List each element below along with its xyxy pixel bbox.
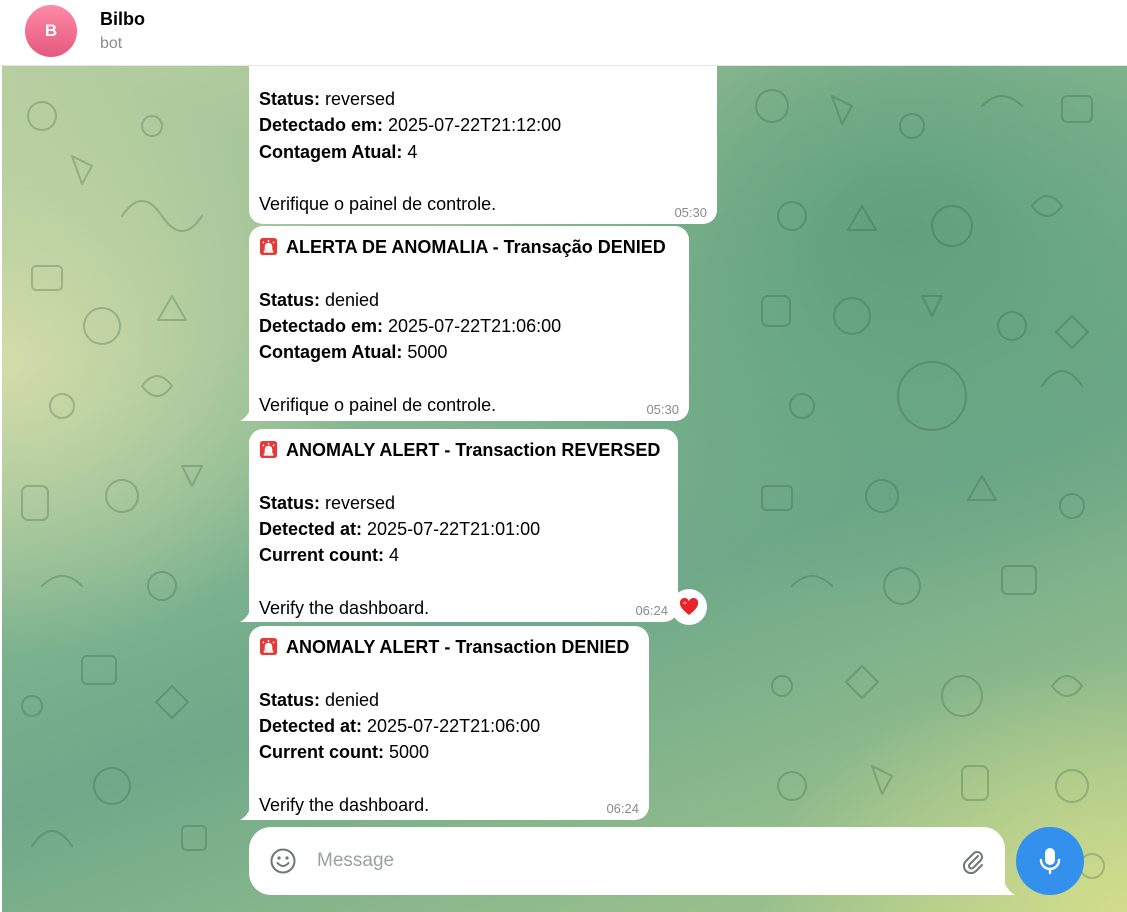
bubble-tail <box>240 405 252 421</box>
status-label: Status: <box>259 492 321 513</box>
message-bubble[interactable]: ANOMALY ALERT - Transaction DENIED Statu… <box>240 626 649 820</box>
composer-tail <box>1003 879 1015 895</box>
status-value: reversed <box>320 492 396 513</box>
chat-header[interactable]: B Bilbo bot <box>0 0 1127 66</box>
siren-icon <box>259 440 278 459</box>
status-value: denied <box>320 689 380 710</box>
count-line: Current count: 4 <box>259 542 668 568</box>
count-line: Contagem Atual: 5000 <box>259 339 679 365</box>
message-bubble[interactable]: Status: reversed Detectado em: 2025-07-2… <box>249 62 717 224</box>
detected-label: Detectado em: <box>259 315 384 336</box>
status-line: Status: reversed <box>259 490 668 516</box>
footer-line: Verify the dashboard. <box>259 597 430 618</box>
message-input[interactable] <box>317 841 937 881</box>
footer-line: Verifique o painel de controle. <box>259 394 497 415</box>
message-composer <box>249 827 1015 895</box>
status-line: Status: denied <box>259 287 679 313</box>
siren-icon <box>259 237 278 256</box>
reaction-badge[interactable] <box>671 589 707 625</box>
title-line: ANOMALY ALERT - Transaction REVERSED <box>259 437 668 463</box>
heart-icon <box>679 598 699 615</box>
message-bubble[interactable]: ALERTA DE ANOMALIA - Transação DENIED St… <box>240 226 689 421</box>
status-label: Status: <box>259 89 321 109</box>
status-value: denied <box>320 289 380 310</box>
detected-label: Detectado em: <box>259 115 384 136</box>
detected-line: Detectado em: 2025-07-22T21:06:00 <box>259 313 679 339</box>
avatar[interactable]: B <box>25 5 77 57</box>
detected-line: Detectado em: 2025-07-22T21:12:00 <box>259 112 707 138</box>
bubble-tail <box>240 804 252 820</box>
alert-title: ALERTA DE ANOMALIA - Transação DENIED <box>286 237 666 257</box>
count-label: Current count: <box>259 545 384 566</box>
count-value: 5000 <box>384 742 430 763</box>
title-line: ANOMALY ALERT - Transaction DENIED <box>259 634 639 660</box>
avatar-initial: B <box>44 21 58 40</box>
detected-line: Detected at: 2025-07-22T21:06:00 <box>259 713 639 739</box>
paperclip-icon[interactable] <box>959 847 987 875</box>
telegram-chat-window: B Bilbo bot Status: reversed Detectado e… <box>0 0 1127 912</box>
title-line: ALERTA DE ANOMALIA - Transação DENIED <box>259 234 679 260</box>
status-line: Status: denied <box>259 687 639 713</box>
count-value: 4 <box>384 545 400 566</box>
smile-icon[interactable] <box>269 847 297 875</box>
status-line: Status: reversed <box>259 86 707 112</box>
bubble-tail <box>240 606 252 622</box>
detected-value: 2025-07-22T21:12:00 <box>383 115 562 136</box>
count-value: 5000 <box>402 342 448 363</box>
alert-title: ANOMALY ALERT - Transaction REVERSED <box>286 440 661 460</box>
count-line: Contagem Atual: 4 <box>259 139 707 165</box>
detected-value: 2025-07-22T21:01:00 <box>362 518 541 539</box>
status-label: Status: <box>259 689 321 710</box>
footer-line: Verify the dashboard. <box>259 794 430 815</box>
detected-value: 2025-07-22T21:06:00 <box>383 315 562 336</box>
message-bubble[interactable]: ANOMALY ALERT - Transaction REVERSED Sta… <box>240 429 678 622</box>
count-label: Contagem Atual: <box>259 342 403 363</box>
count-label: Contagem Atual: <box>259 141 403 162</box>
chat-title[interactable]: Bilbo <box>100 9 145 30</box>
detected-line: Detected at: 2025-07-22T21:01:00 <box>259 516 668 542</box>
detected-label: Detected at: <box>259 715 363 736</box>
message-time: 06:24 <box>635 603 668 618</box>
count-label: Current count: <box>259 742 384 763</box>
voice-record-button[interactable] <box>1016 827 1084 895</box>
detected-value: 2025-07-22T21:06:00 <box>362 715 541 736</box>
siren-icon <box>259 637 278 656</box>
microphone-icon <box>1039 848 1061 875</box>
message-time: 05:30 <box>646 402 679 417</box>
detected-label: Detected at: <box>259 518 363 539</box>
alert-title: ANOMALY ALERT - Transaction DENIED <box>286 637 630 657</box>
message-time: 06:24 <box>606 801 639 816</box>
status-label: Status: <box>259 289 321 310</box>
message-time: 05:30 <box>674 205 707 220</box>
count-value: 4 <box>402 141 418 162</box>
footer-line: Verifique o painel de controle. <box>259 194 497 215</box>
chat-status: bot <box>100 35 123 52</box>
count-line: Current count: 5000 <box>259 739 639 765</box>
status-value: reversed <box>320 89 396 109</box>
